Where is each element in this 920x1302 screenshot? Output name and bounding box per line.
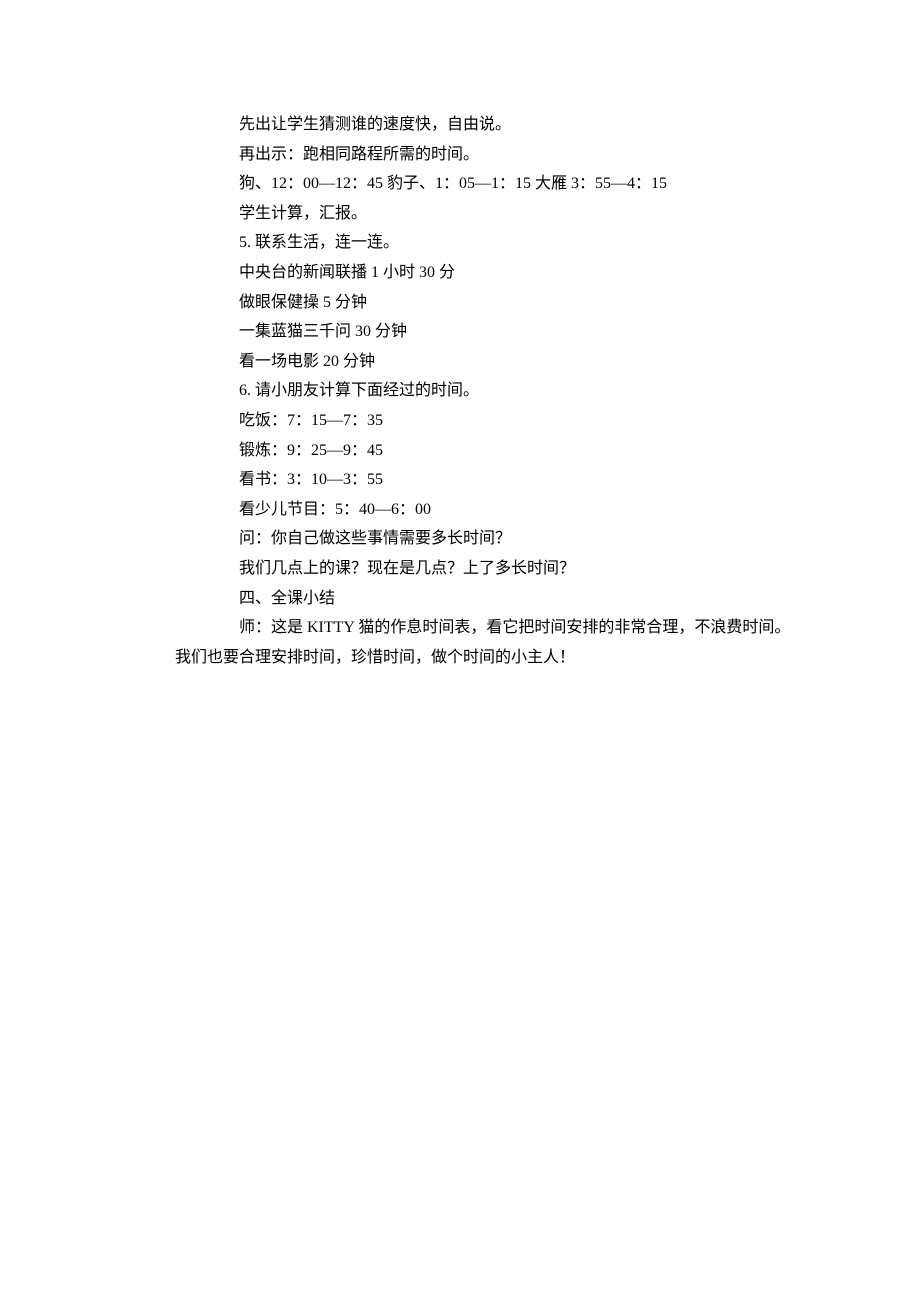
document-body: 先出让学生猜测谁的速度快，自由说。 再出示：跑相同路程所需的时间。 狗、12：0… bbox=[175, 110, 810, 672]
text-line: 师：这是 KITTY 猫的作息时间表，看它把时间安排的非常合理，不浪费时间。 bbox=[175, 613, 810, 643]
text-line: 问：你自己做这些事情需要多长时间？ bbox=[175, 524, 810, 554]
text-line: 再出示：跑相同路程所需的时间。 bbox=[175, 140, 810, 170]
text-line: 看少儿节目：5：40—6：00 bbox=[175, 495, 810, 525]
text-line: 学生计算，汇报。 bbox=[175, 199, 810, 229]
text-line: 我们几点上的课？现在是几点？上了多长时间？ bbox=[175, 554, 810, 584]
text-line: 吃饭：7：15—7：35 bbox=[175, 406, 810, 436]
text-line: 中央台的新闻联播 1 小时 30 分 bbox=[175, 258, 810, 288]
text-line: 狗、12：00—12：45 豹子、1：05—1：15 大雁 3：55—4：15 bbox=[175, 169, 810, 199]
text-line: 锻炼：9：25—9：45 bbox=[175, 436, 810, 466]
text-line: 我们也要合理安排时间，珍惜时间，做个时间的小主人！ bbox=[175, 643, 810, 673]
text-line: 一集蓝猫三千问 30 分钟 bbox=[175, 317, 810, 347]
text-line: 看一场电影 20 分钟 bbox=[175, 347, 810, 377]
text-line: 6. 请小朋友计算下面经过的时间。 bbox=[175, 376, 810, 406]
text-line: 做眼保健操 5 分钟 bbox=[175, 288, 810, 318]
text-line: 先出让学生猜测谁的速度快，自由说。 bbox=[175, 110, 810, 140]
text-line: 看书：3：10—3：55 bbox=[175, 465, 810, 495]
text-line: 四、全课小结 bbox=[175, 584, 810, 614]
text-line: 5. 联系生活，连一连。 bbox=[175, 228, 810, 258]
